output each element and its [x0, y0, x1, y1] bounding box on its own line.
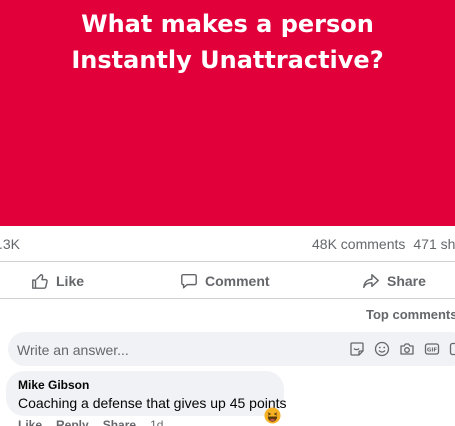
- haha-emoji-icon[interactable]: [264, 407, 281, 424]
- comment-actions: Like Reply Share 1d: [18, 418, 177, 426]
- emoji-icon[interactable]: [374, 341, 390, 357]
- divider: [0, 298, 455, 299]
- share-arrow-icon: [363, 273, 379, 289]
- divider: [0, 261, 455, 262]
- post-image-text: What makes a person Instantly Unattracti…: [71, 10, 384, 74]
- post-stats-right: 48K comments 471 shares: [312, 236, 455, 252]
- shares-count[interactable]: 471 shares: [413, 236, 455, 252]
- share-button[interactable]: Share: [362, 263, 426, 299]
- comment-bubble: Mike Gibson Coaching a defense that give…: [6, 371, 287, 416]
- comment-text: Coaching a defense that gives up 45 poin…: [18, 395, 287, 411]
- answer-input-placeholder: Write an answer...: [17, 342, 129, 358]
- comment-button[interactable]: Comment: [180, 263, 270, 299]
- comment-label: Comment: [205, 273, 270, 289]
- like-label: Like: [56, 273, 85, 289]
- camera-icon[interactable]: [399, 341, 415, 357]
- comment-sort-dropdown[interactable]: Top comments: [366, 307, 455, 322]
- svg-text:GIF: GIF: [427, 348, 438, 354]
- more-icon[interactable]: [449, 341, 455, 357]
- post-action-bar: Like Comment Share: [0, 263, 455, 299]
- speech-bubble-icon: [181, 273, 197, 289]
- comment-reply-button[interactable]: Reply: [56, 418, 89, 426]
- post-stats: .3K 48K comments 471 shares: [0, 226, 455, 262]
- post-image[interactable]: What makes a person Instantly Unattracti…: [0, 0, 455, 226]
- answer-input[interactable]: Write an answer... GIF: [8, 332, 455, 366]
- thumbs-up-icon: [32, 273, 48, 289]
- sticker-icon[interactable]: [349, 341, 365, 357]
- post-card: What makes a person Instantly Unattracti…: [0, 0, 455, 426]
- comments-count[interactable]: 48K comments: [312, 236, 405, 252]
- reactions-count[interactable]: .3K: [0, 236, 20, 252]
- like-button[interactable]: Like: [31, 263, 84, 299]
- comment-like-button[interactable]: Like: [18, 418, 42, 426]
- gif-icon[interactable]: GIF: [424, 341, 440, 357]
- share-label: Share: [387, 273, 426, 289]
- comment-share-button[interactable]: Share: [103, 418, 136, 426]
- comment-author[interactable]: Mike Gibson: [18, 378, 89, 392]
- comment-timestamp[interactable]: 1d: [150, 418, 163, 426]
